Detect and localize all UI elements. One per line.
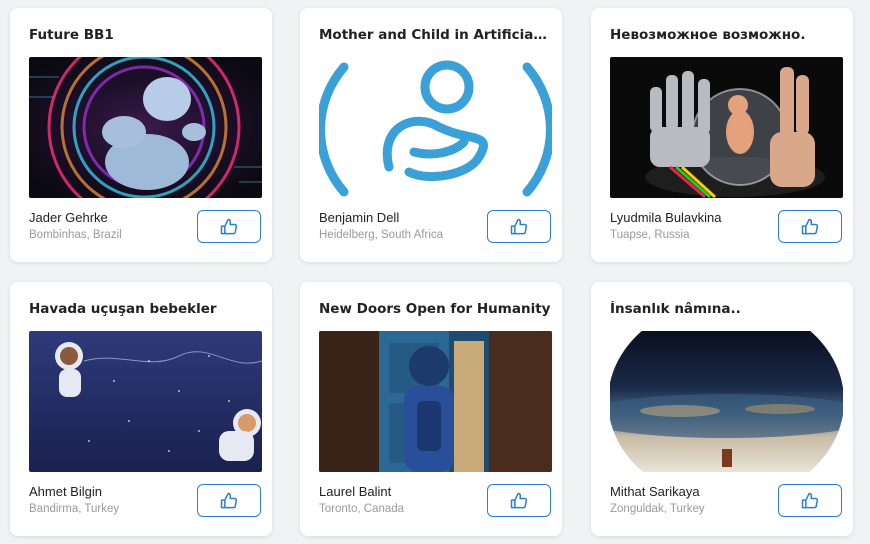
artwork-image[interactable] xyxy=(29,331,262,472)
artwork-card[interactable]: Havada uçuşan bebekler Ahmet Bilgin Band… xyxy=(10,282,272,536)
like-button[interactable] xyxy=(197,484,261,517)
like-button[interactable] xyxy=(778,484,842,517)
like-button[interactable] xyxy=(487,210,551,243)
artwork-image[interactable] xyxy=(319,57,552,198)
author-name[interactable]: Ahmet Bilgin xyxy=(29,484,102,499)
thumbs-up-icon xyxy=(801,218,819,234)
thumbs-up-icon xyxy=(510,492,528,508)
like-button[interactable] xyxy=(778,210,842,243)
author-name[interactable]: Lyudmila Bulavkina xyxy=(610,210,722,225)
artwork-image[interactable] xyxy=(610,331,843,472)
thumbs-up-icon xyxy=(220,218,238,234)
author-name[interactable]: Benjamin Dell xyxy=(319,210,399,225)
artwork-card[interactable]: İnsanlık nâmına.. Mithat Sarikaya Zongul… xyxy=(591,282,853,536)
author-location: Bandirma, Turkey xyxy=(29,503,120,515)
artwork-card[interactable]: Невозможное возможно. Lyudmila Bulavkina… xyxy=(591,8,853,262)
author-location: Heidelberg, South Africa xyxy=(319,229,444,241)
card-title[interactable]: Mother and Child in Artificial Gra... xyxy=(319,27,551,43)
card-title[interactable]: Havada uçuşan bebekler xyxy=(29,301,261,317)
thumbs-up-icon xyxy=(801,492,819,508)
thumbs-up-icon xyxy=(510,218,528,234)
author-name[interactable]: Mithat Sarikaya xyxy=(610,484,700,499)
artwork-card[interactable]: New Doors Open for Humanity Laurel Balin… xyxy=(300,282,562,536)
author-location: Bombinhas, Brazil xyxy=(29,229,122,241)
author-location: Zonguldak, Turkey xyxy=(610,503,705,515)
artwork-image[interactable] xyxy=(610,57,843,198)
author-location: Toronto, Canada xyxy=(319,503,405,515)
card-title[interactable]: Невозможное возможно. xyxy=(610,27,842,43)
artwork-image[interactable] xyxy=(29,57,262,198)
like-button[interactable] xyxy=(487,484,551,517)
artwork-card[interactable]: Future BB1 Jader Gehrke Bombinhas, Brazi… xyxy=(10,8,272,262)
author-name[interactable]: Laurel Balint xyxy=(319,484,391,499)
like-button[interactable] xyxy=(197,210,261,243)
artwork-image[interactable] xyxy=(319,331,552,472)
card-title[interactable]: New Doors Open for Humanity xyxy=(319,301,551,317)
author-location: Tuapse, Russia xyxy=(610,229,690,241)
thumbs-up-icon xyxy=(220,492,238,508)
card-title[interactable]: İnsanlık nâmına.. xyxy=(610,301,842,317)
author-name[interactable]: Jader Gehrke xyxy=(29,210,108,225)
card-title[interactable]: Future BB1 xyxy=(29,27,261,43)
artwork-card[interactable]: Mother and Child in Artificial Gra... Be… xyxy=(300,8,562,262)
